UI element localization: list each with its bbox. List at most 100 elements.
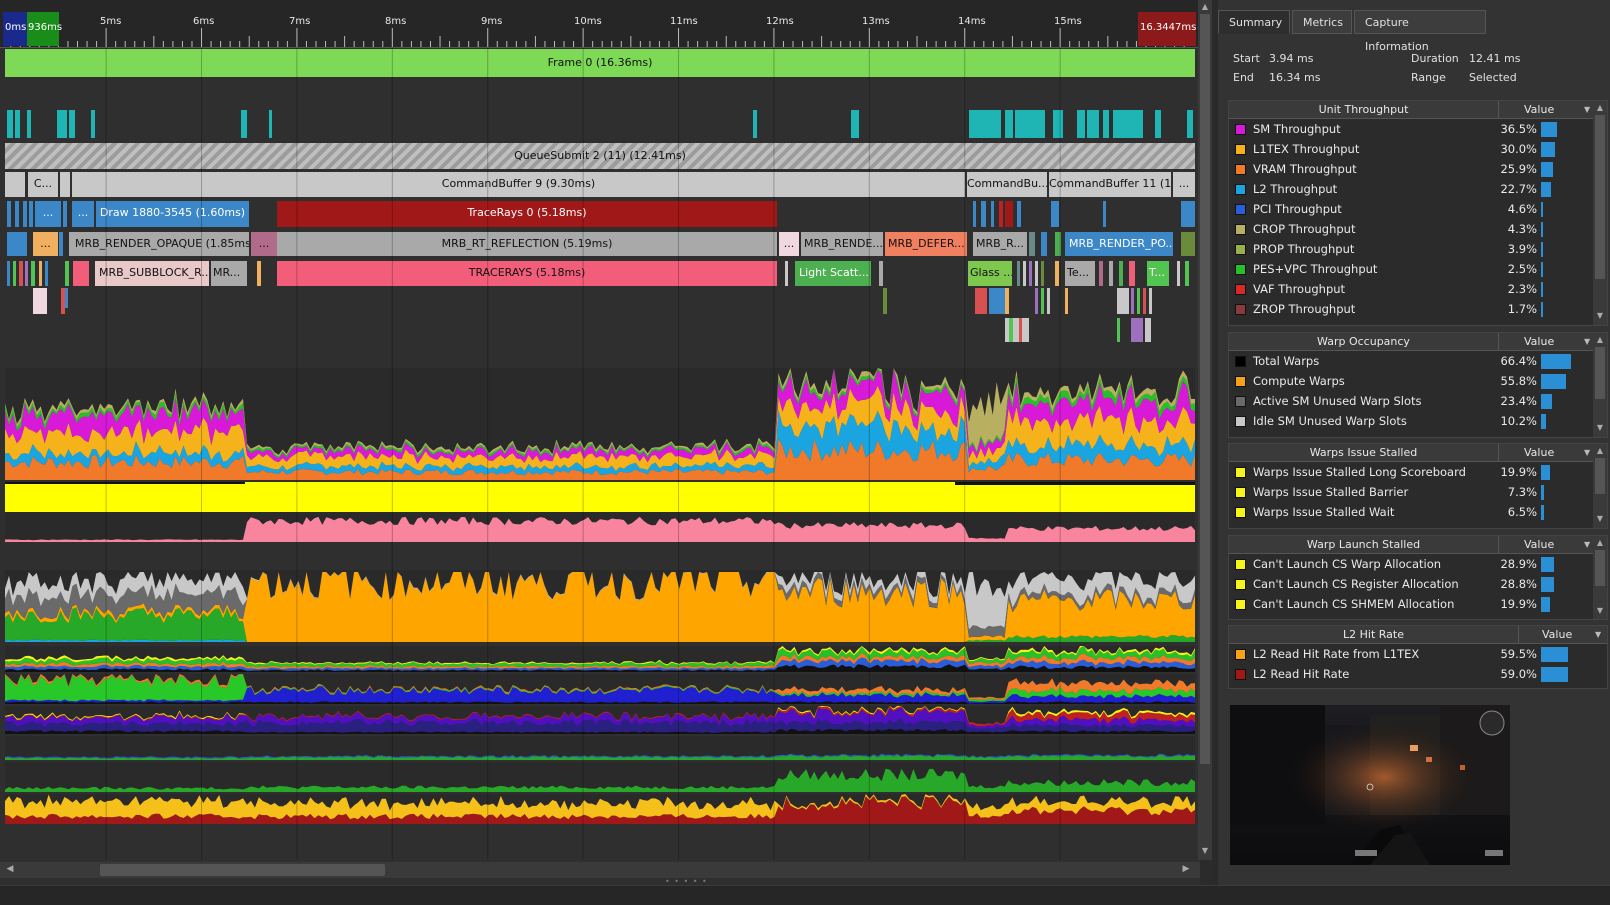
timeline-view[interactable]: 0ms 936ms 5ms 6ms 7ms 8ms 9ms 10ms 11ms … (0, 0, 1200, 885)
metric-row[interactable]: L2 Read Hit Rate 59.0% (1229, 664, 1607, 684)
metric-row[interactable]: Total Warps 66.4% (1229, 351, 1607, 371)
range-end-marker[interactable]: 16.3447ms (1138, 12, 1196, 46)
scroll-down-arrow-icon[interactable]: ▼ (1595, 311, 1605, 320)
command-buffer-block[interactable] (60, 172, 70, 197)
scroll-down-arrow-icon[interactable]: ▼ (1595, 606, 1605, 615)
metric-color-swatch[interactable] (1235, 467, 1246, 478)
metric-row[interactable]: L1TEX Throughput 30.0% (1229, 139, 1607, 159)
metric-color-swatch[interactable] (1235, 376, 1246, 387)
metric-color-swatch[interactable] (1235, 396, 1246, 407)
value-column-header[interactable]: Value (1524, 626, 1604, 644)
command-buffer-block[interactable] (5, 172, 25, 197)
frame-bar[interactable]: Frame 0 (16.36ms) (5, 49, 1195, 77)
metric-color-swatch[interactable] (1235, 649, 1246, 660)
tab-metrics[interactable]: Metrics (1292, 10, 1352, 34)
mrb-render-post[interactable]: MRB_RENDER_PO... (1065, 232, 1173, 256)
range-start-marker[interactable]: 0ms 936ms (3, 12, 62, 46)
scroll-thumb[interactable] (1595, 347, 1605, 399)
section-scrollbar[interactable]: ▲ ▼ (1593, 333, 1607, 437)
value-column-header[interactable]: Value (1504, 444, 1584, 462)
metric-row[interactable]: VRAM Throughput 25.9% (1229, 159, 1607, 179)
metric-color-swatch[interactable] (1235, 507, 1246, 518)
metric-row[interactable]: Active SM Unused Warp Slots 23.4% (1229, 391, 1607, 411)
metric-color-swatch[interactable] (1235, 244, 1246, 255)
trace-rays-0[interactable]: TraceRays 0 (5.18ms) (277, 201, 777, 227)
timeline-horizontal-scrollbar[interactable]: ◀ ▶ (0, 862, 1200, 878)
frame-preview-image[interactable] (1230, 705, 1510, 865)
marker-block[interactable]: ... (251, 232, 277, 256)
metric-color-swatch[interactable] (1235, 487, 1246, 498)
scroll-up-arrow-icon[interactable]: ▲ (1595, 446, 1605, 455)
marker-block[interactable]: ... (779, 232, 799, 256)
mrb-render[interactable]: MRB_RENDE... (801, 232, 883, 256)
section-scrollbar[interactable]: ▲ ▼ (1593, 101, 1607, 325)
scroll-thumb[interactable] (1595, 115, 1605, 279)
section-scrollbar[interactable]: ▲ ▼ (1593, 536, 1607, 619)
subblock-block[interactable]: T... (1147, 261, 1169, 286)
metric-color-swatch[interactable] (1235, 204, 1246, 215)
command-buffer-block[interactable]: ... (1173, 172, 1195, 197)
section-header[interactable]: Warps Issue Stalled Value ▼ (1229, 444, 1607, 462)
scroll-right-arrow-icon[interactable]: ▶ (1180, 864, 1192, 876)
metric-color-swatch[interactable] (1235, 669, 1246, 680)
time-ruler[interactable]: 0ms 936ms 5ms 6ms 7ms 8ms 9ms 10ms 11ms … (0, 0, 1198, 48)
section-header[interactable]: Unit Throughput Value ▼ (1229, 101, 1607, 119)
glass-block[interactable]: Glass ... (968, 261, 1012, 286)
scroll-up-arrow-icon[interactable]: ▲ (1595, 335, 1605, 344)
metric-color-swatch[interactable] (1235, 224, 1246, 235)
metric-color-swatch[interactable] (1235, 264, 1246, 275)
resize-grip-icon[interactable]: • • • • • (665, 877, 708, 886)
scroll-thumb[interactable] (1595, 550, 1605, 586)
scroll-down-arrow-icon[interactable]: ▼ (1200, 846, 1210, 855)
section-header[interactable]: Warp Occupancy Value ▼ (1229, 333, 1607, 351)
command-buffer-9[interactable]: CommandBuffer 9 (9.30ms) (72, 172, 965, 197)
scroll-up-arrow-icon[interactable]: ▲ (1200, 2, 1210, 11)
draw-block[interactable]: ... (35, 201, 61, 227)
metric-row[interactable]: Can't Launch CS Warp Allocation 28.9% (1229, 554, 1607, 574)
metric-row[interactable]: Idle SM Unused Warp Slots 10.2% (1229, 411, 1607, 431)
metric-color-swatch[interactable] (1235, 124, 1246, 135)
traceray-block[interactable]: TRACERAYS (5.18ms) (277, 261, 777, 286)
metric-color-swatch[interactable] (1235, 356, 1246, 367)
mrb-r[interactable]: MRB_R... (973, 232, 1027, 256)
tab-capture-information[interactable]: Capture Information (1354, 10, 1486, 53)
metric-row[interactable]: PROP Throughput 3.9% (1229, 239, 1607, 259)
scroll-down-arrow-icon[interactable]: ▼ (1595, 423, 1605, 432)
metric-row[interactable]: SM Throughput 36.5% (1229, 119, 1607, 139)
metric-row[interactable]: Warps Issue Stalled Barrier 7.3% (1229, 482, 1607, 502)
mrb-rt-reflection[interactable]: MRB_RT_REFLECTION (5.19ms) (277, 232, 777, 256)
command-buffer-11[interactable]: CommandBuffer 11 (1... (1049, 172, 1171, 197)
value-column-header[interactable]: Value (1504, 333, 1584, 351)
command-buffer-10[interactable]: CommandBu... (967, 172, 1047, 197)
metric-color-swatch[interactable] (1235, 164, 1246, 175)
timeline-vertical-scrollbar[interactable]: ▲ ▼ (1198, 0, 1212, 860)
metric-row[interactable]: PCI Throughput 4.6% (1229, 199, 1607, 219)
metric-row[interactable]: Warps Issue Stalled Long Scoreboard 19.9% (1229, 462, 1607, 482)
section-header[interactable]: L2 Hit Rate Value ▼ (1229, 626, 1607, 644)
dropdown-arrow-icon[interactable]: ▼ (1595, 626, 1605, 644)
draw-1880-3545[interactable]: Draw 1880-3545 (1.60ms) (96, 201, 249, 227)
tab-summary[interactable]: Summary (1218, 10, 1290, 34)
section-scrollbar[interactable]: ▲ ▼ (1593, 444, 1607, 528)
metric-color-swatch[interactable] (1235, 304, 1246, 315)
draw-block[interactable]: ... (72, 201, 94, 227)
metric-row[interactable]: Can't Launch CS Register Allocation 28.8% (1229, 574, 1607, 594)
metric-row[interactable]: L2 Read Hit Rate from L1TEX 59.5% (1229, 644, 1607, 664)
subblock-block[interactable]: MR... (211, 261, 247, 286)
metric-row[interactable]: Can't Launch CS SHMEM Allocation 19.9% (1229, 594, 1607, 614)
scroll-left-arrow-icon[interactable]: ◀ (4, 864, 16, 876)
metric-color-swatch[interactable] (1235, 144, 1246, 155)
metric-color-swatch[interactable] (1235, 559, 1246, 570)
marker-block[interactable]: ... (33, 232, 58, 256)
metric-row[interactable]: CROP Throughput 4.3% (1229, 219, 1607, 239)
mrb-deferred[interactable]: MRB_DEFER... (885, 232, 967, 256)
scroll-down-arrow-icon[interactable]: ▼ (1595, 514, 1605, 523)
scroll-thumb[interactable] (1595, 458, 1605, 494)
metric-color-swatch[interactable] (1235, 184, 1246, 195)
value-column-header[interactable]: Value (1504, 536, 1584, 554)
metric-color-swatch[interactable] (1235, 599, 1246, 610)
mrb-render-opaque[interactable]: MRB_RENDER_OPAQUE (1.85ms) (69, 232, 249, 256)
scroll-up-arrow-icon[interactable]: ▲ (1595, 538, 1605, 547)
value-column-header[interactable]: Value (1504, 101, 1584, 119)
metric-row[interactable]: Warps Issue Stalled Wait 6.5% (1229, 502, 1607, 522)
